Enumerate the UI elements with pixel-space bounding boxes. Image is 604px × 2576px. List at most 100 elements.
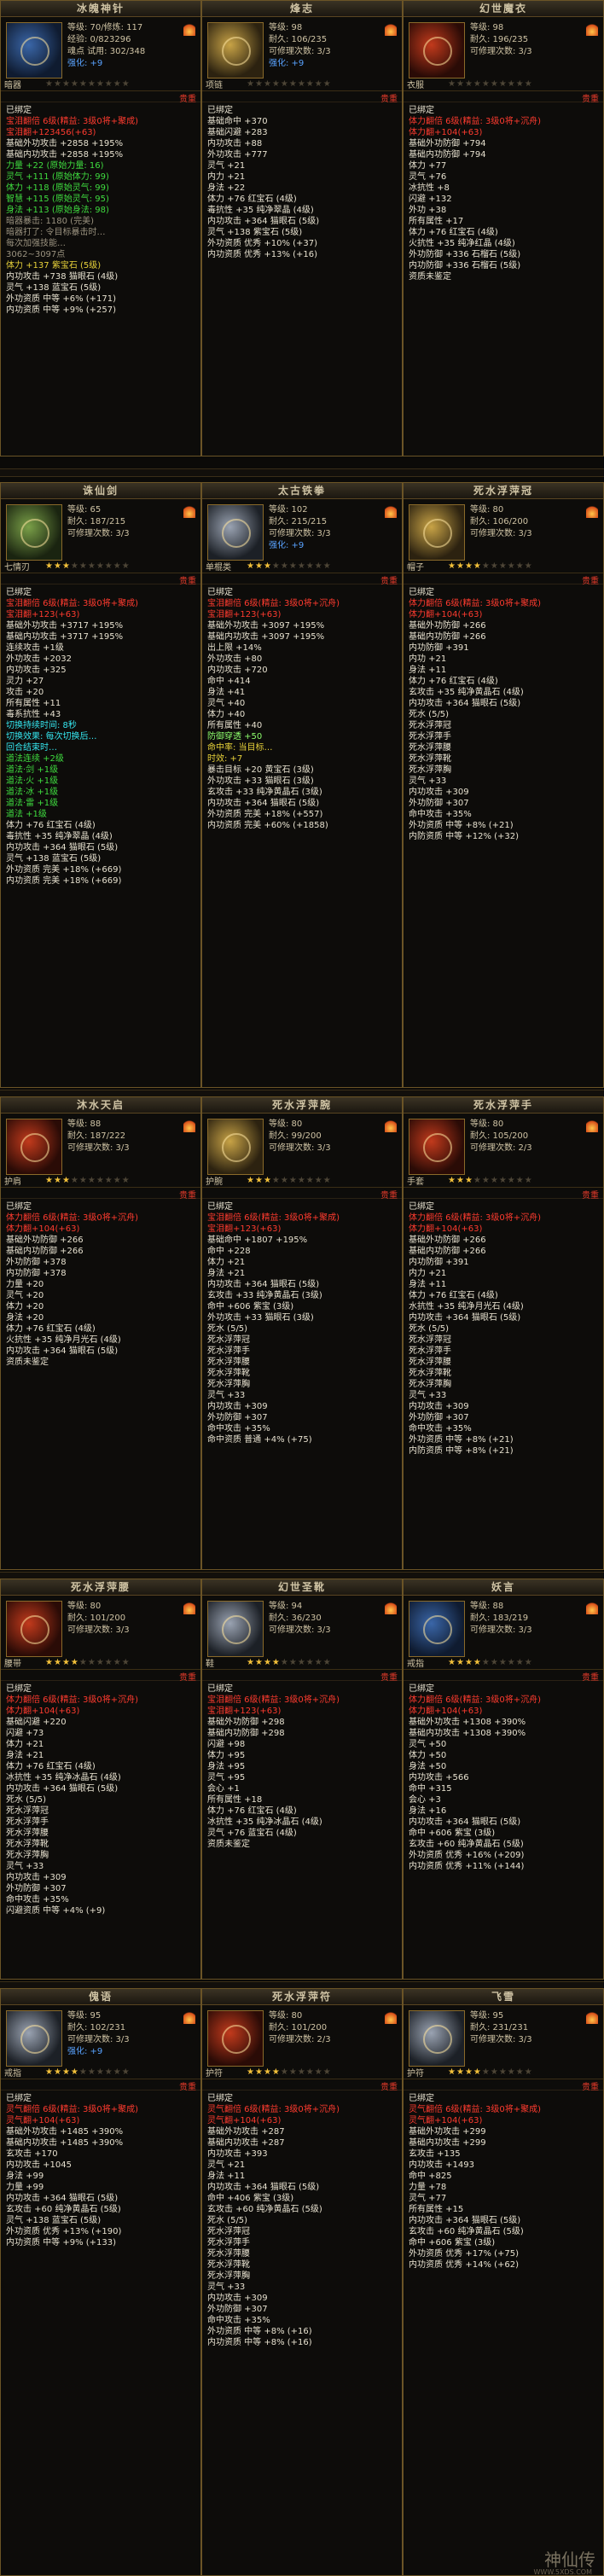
- attribute-line: 灵气翻+104(+63): [409, 2116, 483, 2125]
- item-card[interactable]: 沐水天启 等级: 88 耐久: 187/222 可修理次数: 3/3 护肩 ★★★★★★★…: [0, 1096, 201, 1570]
- star-icon: ★: [498, 2067, 508, 2077]
- ring-icon[interactable]: [409, 1601, 465, 1657]
- item-card[interactable]: 烽志 等级: 98 耐久: 106/235 可修理次数: 3/3 强化: +9 项链 ★★★…: [201, 0, 403, 456]
- boot-icon[interactable]: [207, 1601, 264, 1657]
- basic-stat-line: 可修理次数: 3/3: [470, 2035, 532, 2044]
- attribute-line: 死水浮萍手: [409, 732, 451, 741]
- item-card[interactable]: 死水浮萍冠 等级: 80 耐久: 106/200 可修理次数: 3/3 帽子 ★★★★★★…: [403, 482, 604, 1088]
- star-icon: ★: [473, 561, 482, 571]
- item-card[interactable]: 幻世圣靴 等级: 94 耐久: 36/230 可修理次数: 3/3 鞋 ★★★★★★★★★…: [201, 1579, 403, 1980]
- attribute-line: 身法 +16: [409, 1806, 447, 1816]
- charm-icon[interactable]: [207, 2010, 264, 2067]
- item-attributes: 已绑定 体力翻倍 6级(精益: 3级0将+沉舟) 体力翻+104(+63) 基础外功防…: [404, 1199, 603, 1460]
- item-card[interactable]: 幻世魔衣 等级: 98 耐久: 196/235 可修理次数: 3/3 衣服 ★★★★★★★…: [403, 0, 604, 456]
- star-icon: ★: [263, 561, 272, 571]
- star-icon: ★: [456, 79, 465, 89]
- basic-stat-line: 可修理次数: 3/3: [67, 2035, 130, 2044]
- item-card[interactable]: 死水浮萍手 等级: 80 耐久: 105/200 可修理次数: 2/3 手套 ★★★★★★…: [403, 1096, 604, 1570]
- star-icon: ★: [322, 561, 332, 571]
- attribute-line: 毒抗性 +35 纯净翠晶 (4级): [207, 206, 314, 215]
- attribute-line: 暴击目标 +20 黄宝石 (3级): [207, 765, 314, 775]
- item-card[interactable]: 死水浮萍腕 等级: 80 耐久: 99/200 可修理次数: 3/3 护腕 ★★★★★★★…: [201, 1096, 403, 1570]
- attribute-line: 已绑定: [409, 588, 434, 597]
- star-icon: ★: [288, 1175, 298, 1185]
- star-icon: ★: [53, 1657, 62, 1667]
- attribute-line: 命中攻击 +35%: [207, 1424, 270, 1433]
- basic-stat-line: 等级: 88: [67, 1119, 102, 1129]
- attribute-line: 外功防御 +307: [409, 1413, 469, 1422]
- sword-icon[interactable]: [6, 504, 62, 561]
- item-card[interactable]: 死水浮萍符 等级: 80 耐久: 101/200 可修理次数: 2/3 护符 ★★★★★★…: [201, 1988, 403, 2576]
- basic-stat-line: 耐久: 36/230: [269, 1614, 322, 1623]
- item-card[interactable]: 妖言 等级: 88 耐久: 183/219 可修理次数: 3/3 戒指 ★★★★★★★★★…: [403, 1579, 604, 1980]
- bracer-icon[interactable]: [6, 1119, 62, 1175]
- attribute-line: 内功防御 +336 石榴石 (5级): [409, 261, 521, 270]
- ring-necklace-icon[interactable]: [207, 22, 264, 79]
- value-tag: 贵重: [179, 577, 196, 586]
- star-icon: ★: [280, 1657, 289, 1667]
- shop-row: 贵重: [1, 1188, 200, 1201]
- attribute-line: 灵气 +21: [207, 2160, 246, 2170]
- item-attributes: 已绑定 体力翻倍 6级(精益: 3级0将+聚成) 体力翻+104(+63) 基础外功防…: [404, 584, 603, 846]
- star-rating: ★★★★★★★★★★: [45, 2067, 131, 2077]
- attribute-line: 基础闪避 +283: [207, 128, 268, 137]
- attribute-line: 基础内功防御 +266: [409, 1247, 486, 1256]
- star-rating: ★★★★★★★★★★: [448, 561, 533, 571]
- attribute-line: 攻击 +20: [6, 688, 44, 697]
- attribute-line: 灵气 +33: [207, 1391, 246, 1400]
- attribute-line: 外功 +38: [409, 206, 447, 215]
- basic-stat-line: 魂点 试用: 302/348: [67, 47, 146, 56]
- item-card[interactable]: 死水浮萍腰 等级: 80 耐久: 101/200 可修理次数: 3/3 腰带 ★★★★★★…: [0, 1579, 201, 1980]
- slot-rating-bar: 暗器 ★★★★★★★★★★: [4, 79, 197, 90]
- item-card[interactable]: 傀语 等级: 95 耐久: 102/231 可修理次数: 3/3 强化: +9 戒指 ★★★…: [0, 1988, 201, 2576]
- attribute-line: 死水 (5/5): [207, 2216, 248, 2225]
- item-header: 等级: 80 耐久: 101/200 可修理次数: 2/3 护符 ★★★★★★★★★★: [202, 2005, 402, 2079]
- item-card[interactable]: 诛仙剑 等级: 65 耐久: 187/215 可修理次数: 3/3 七情刃 ★★★★★★★…: [0, 482, 201, 1088]
- item-card[interactable]: 太古铁拳 等级: 102 耐久: 215/215 可修理次数: 3/3 强化: +9 单棍…: [201, 482, 403, 1088]
- star-icon: ★: [104, 1657, 113, 1667]
- attribute-line: 死水浮萍靴: [207, 2260, 250, 2270]
- attribute-line: 命中 +825: [409, 2172, 452, 2181]
- attribute-line: 体力 +40: [207, 710, 246, 719]
- item-card[interactable]: 冰魄神针 等级: 70/修炼: 117 经验: 0/823296 魂点 试用: 302…: [0, 0, 201, 456]
- bracer-icon[interactable]: [207, 1119, 264, 1175]
- basic-stat-line: 耐久: 187/222: [67, 1131, 126, 1141]
- attribute-line: 体力 +76 红宝石 (4级): [409, 677, 498, 686]
- attribute-line: 灵气 +138 紫宝石 (5级): [207, 228, 303, 237]
- attribute-line: 基础命中 +1807 +195%: [207, 1236, 308, 1245]
- armor-icon[interactable]: [409, 22, 465, 79]
- attribute-line: 命中攻击 +35%: [409, 810, 472, 819]
- ring-icon[interactable]: [6, 2010, 62, 2067]
- attribute-line: 体力翻倍 6级(精益: 3级0将+沉舟): [409, 117, 541, 126]
- item-card[interactable]: 飞雪 等级: 95 耐久: 231/231 可修理次数: 3/3 护符 ★★★★★★★★★…: [403, 1988, 604, 2576]
- attribute-line: 基础外功攻击 +1308 +390%: [409, 1718, 526, 1727]
- slot-type-label: 戒指: [4, 2068, 21, 2079]
- glove-icon[interactable]: [409, 1119, 465, 1175]
- basic-stat-line: 可修理次数: 2/3: [269, 2035, 331, 2044]
- charm-icon[interactable]: [409, 2010, 465, 2067]
- star-icon: ★: [448, 1657, 456, 1667]
- attribute-line: 身法 +11: [207, 2172, 246, 2181]
- belt-icon[interactable]: [6, 1601, 62, 1657]
- basic-stat-line: 等级: 80: [67, 1602, 102, 1611]
- star-icon: ★: [481, 1657, 491, 1667]
- attribute-line: 身法 +21: [6, 1751, 44, 1760]
- attribute-line: 内功攻击 +364 猫眼石 (5级): [6, 2194, 119, 2203]
- icon-ornament: [423, 37, 452, 66]
- helmet-icon[interactable]: [409, 504, 465, 561]
- item-attributes: 已绑定 宝泪翻倍 6级(精益: 3级0将+聚成) 宝泪翻+123(+63) 基础命中 …: [202, 1199, 402, 1449]
- star-icon: ★: [490, 1175, 499, 1185]
- attribute-line: 3062~3097点: [6, 250, 66, 259]
- item-attributes: 已绑定 灵气翻倍 6级(精益: 3级0将+沉舟) 灵气翻+104(+63) 基础外功攻…: [202, 2090, 402, 2352]
- item-header: 等级: 80 耐久: 99/200 可修理次数: 3/3 护腕 ★★★★★★★★★★: [202, 1114, 402, 1188]
- attribute-line: 死水浮萍胸: [207, 1380, 250, 1389]
- spear-icon[interactable]: [207, 504, 264, 561]
- basic-stat-line: 等级: 80: [269, 1119, 303, 1129]
- star-icon: ★: [456, 561, 465, 571]
- star-icon: ★: [78, 1657, 88, 1667]
- attribute-line: 灵气 +33: [6, 1862, 44, 1871]
- attribute-line: 道法·火 +1级: [6, 776, 59, 786]
- site-watermark-url: WWW.5XDS.COM: [533, 2568, 593, 2576]
- attribute-line: 基础内功攻击 +1485 +390%: [6, 2138, 124, 2148]
- needle-icon[interactable]: [6, 22, 62, 79]
